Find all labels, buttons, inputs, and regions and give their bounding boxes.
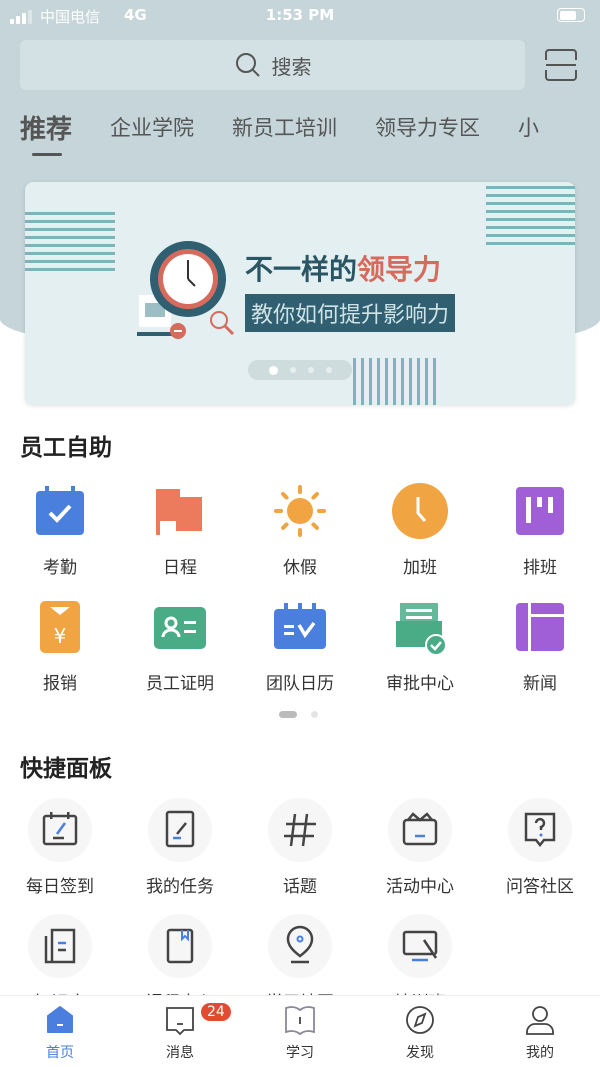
grid-item-label: 团队日历 (266, 674, 334, 694)
tab-bar-label: 我的 (526, 1045, 554, 1061)
gift-icon (388, 798, 452, 862)
task-icon (148, 798, 212, 862)
svg-text:¥: ¥ (54, 624, 67, 648)
grid-item-label: 员工证明 (146, 674, 214, 694)
clock-illustration (137, 241, 235, 339)
search-placeholder: 搜索 (271, 54, 312, 79)
grid-item-label: 新闻 (523, 674, 557, 694)
grid-item[interactable]: ¥ 报销 (0, 597, 120, 713)
user-icon (526, 1006, 554, 1035)
grid-item-label: 考勤 (43, 558, 77, 578)
calendar-check-icon (30, 481, 90, 541)
book-icon (148, 914, 212, 978)
scan-icon[interactable] (543, 48, 579, 82)
screen-icon (388, 914, 452, 978)
category-tabs: 推荐 企业学院 新员工培训 领导力专区 小 (20, 109, 590, 156)
grid-item[interactable]: 问答社区 (480, 798, 600, 914)
decor-stripes (25, 212, 115, 276)
grid-item[interactable]: 我的任务 (120, 798, 240, 914)
unread-badge: 24 (201, 1003, 231, 1021)
banner-carousel[interactable]: 不一样的领导力 教你如何提升影响力 (25, 182, 575, 405)
grid-item[interactable]: 考勤 (0, 481, 120, 597)
grid-item-label: 休假 (283, 558, 317, 578)
grid-item[interactable]: 排班 (480, 481, 600, 597)
team-calendar-icon (270, 597, 330, 657)
carousel-indicator[interactable] (248, 360, 352, 380)
battery-icon (557, 8, 585, 22)
tab-recommended[interactable]: 推荐 (20, 109, 72, 156)
grid-item[interactable]: 话题 (240, 798, 360, 914)
tab-bar-label: 消息 (166, 1045, 194, 1061)
grid-item-label: 加班 (403, 558, 437, 578)
yen-receipt-icon: ¥ (30, 597, 90, 657)
checkin-icon (28, 798, 92, 862)
id-card-icon (150, 597, 210, 657)
tab-bar-label: 学习 (286, 1045, 314, 1061)
tab-bar-item[interactable]: 发现 (360, 996, 480, 1067)
grid-item[interactable]: 新闻 (480, 597, 600, 713)
tab-bar-label: 首页 (46, 1045, 74, 1061)
grid-item-label: 活动中心 (386, 877, 454, 897)
tab-bar-item[interactable]: 首页 (0, 996, 120, 1067)
question-icon (508, 798, 572, 862)
open-book-icon (285, 1006, 315, 1036)
home-icon (47, 1006, 73, 1033)
grid-item-label: 报销 (43, 674, 77, 694)
board-icon (510, 481, 570, 541)
grid-item-label: 我的任务 (146, 877, 214, 897)
map-pin-icon (268, 914, 332, 978)
grid-pager[interactable] (279, 711, 318, 718)
grid-item[interactable]: 员工证明 (120, 597, 240, 713)
message-icon (166, 1007, 194, 1036)
grid-item-label: 日程 (163, 558, 197, 578)
decor-stripes (486, 186, 575, 250)
sun-icon (270, 481, 330, 541)
status-bar: 中国电信 4G 1:53 PM (0, 0, 600, 30)
tab-enterprise-academy[interactable]: 企业学院 (110, 112, 194, 149)
tab-leadership[interactable]: 领导力专区 (375, 112, 480, 149)
grid-item[interactable]: 休假 (240, 481, 360, 597)
section-title-self-service: 员工自助 (20, 435, 112, 461)
tab-bar-item[interactable]: 消息 24 (120, 996, 240, 1067)
self-service-grid: 考勤 日程 休假 加班 排班 ¥ 报销 员工证明 团队日历 审批中心 新闻 (0, 481, 600, 713)
banner-title: 不一样的领导力 (245, 253, 442, 286)
tab-more[interactable]: 小 (518, 112, 539, 149)
grid-item[interactable]: 团队日历 (240, 597, 360, 713)
tab-bar-item[interactable]: 学习 (240, 996, 360, 1067)
grid-item[interactable]: 日程 (120, 481, 240, 597)
grid-item[interactable]: 审批中心 (360, 597, 480, 713)
clock-icon (390, 481, 450, 541)
decor-stripes (353, 358, 441, 405)
grid-item-label: 问答社区 (506, 877, 574, 897)
grid-item[interactable]: 加班 (360, 481, 480, 597)
news-icon (510, 597, 570, 657)
grid-item[interactable]: 活动中心 (360, 798, 480, 914)
grid-item[interactable]: 每日签到 (0, 798, 120, 914)
grid-item-label: 每日签到 (26, 877, 94, 897)
knowledge-icon (28, 914, 92, 978)
hashtag-icon (268, 798, 332, 862)
clock: 1:53 PM (265, 6, 335, 24)
tab-new-employee-training[interactable]: 新员工培训 (232, 112, 337, 149)
flag-icon (150, 481, 210, 541)
approval-icon (390, 597, 450, 657)
grid-item-label: 排班 (523, 558, 557, 578)
banner-subtitle: 教你如何提升影响力 (245, 294, 456, 332)
bottom-tab-bar: 首页 消息 24 学习 发现 我的 (0, 995, 600, 1067)
grid-item-label: 话题 (283, 877, 317, 897)
search-input[interactable]: 搜索 (20, 40, 525, 90)
section-title-quick-panel: 快捷面板 (20, 756, 112, 782)
search-icon (235, 53, 260, 77)
tab-bar-item[interactable]: 我的 (480, 996, 600, 1067)
tab-bar-label: 发现 (406, 1045, 434, 1061)
grid-item-label: 审批中心 (386, 674, 454, 694)
compass-icon (406, 1006, 434, 1034)
